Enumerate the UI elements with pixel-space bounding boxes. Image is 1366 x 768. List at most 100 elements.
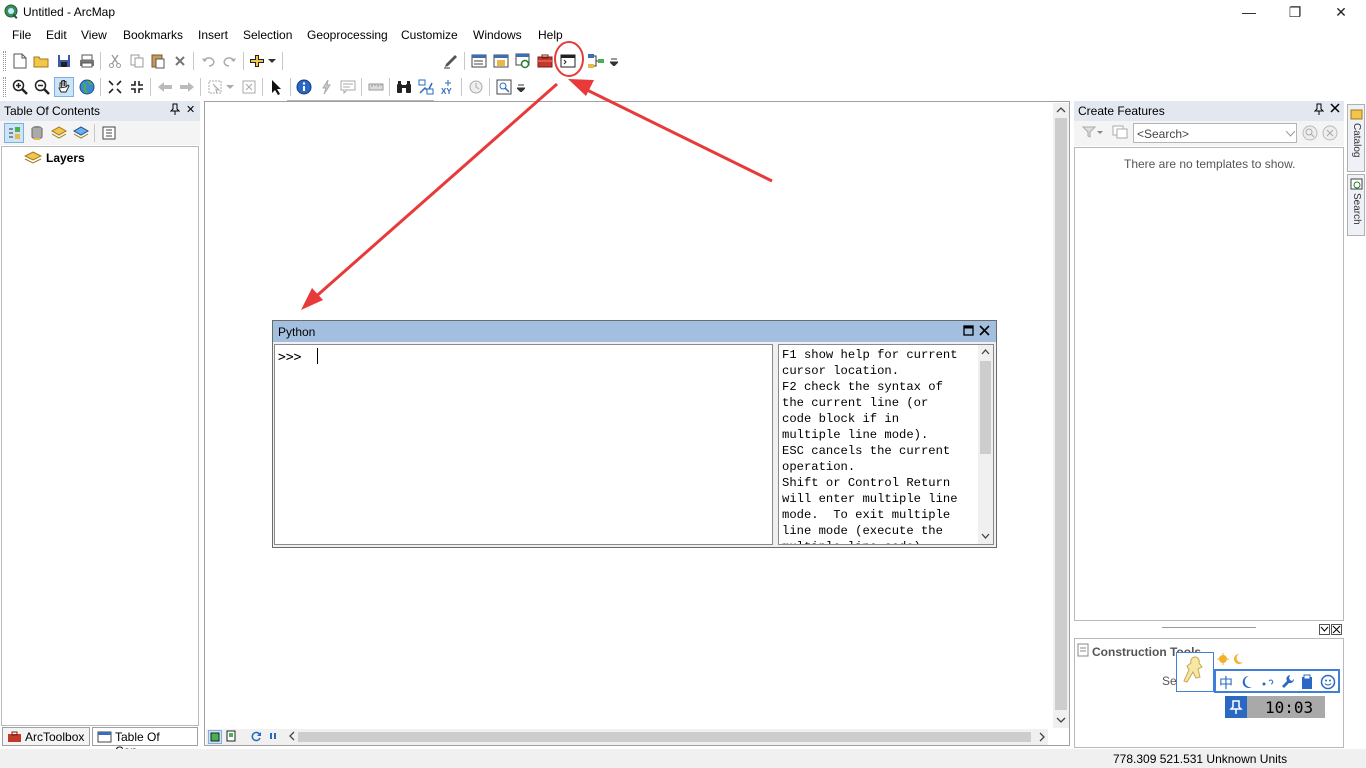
python-close-icon[interactable] (979, 325, 990, 336)
minimize-button[interactable]: — (1226, 0, 1272, 24)
refresh-icon[interactable] (250, 730, 264, 744)
layout-view-icon[interactable] (225, 730, 239, 744)
template-search-input[interactable]: <Search> (1133, 123, 1297, 143)
back-extent-icon[interactable] (155, 77, 175, 97)
save-icon[interactable] (54, 51, 74, 71)
delete-icon[interactable] (170, 51, 190, 71)
create-features-header[interactable]: Create Features (1074, 101, 1344, 121)
fixed-zoom-out-icon[interactable] (127, 77, 147, 97)
help-scrollbar[interactable] (978, 345, 993, 544)
select-features-icon[interactable] (205, 77, 225, 97)
toc-panel-header[interactable]: Table Of Contents ✕ (0, 101, 200, 121)
go-to-xy-icon[interactable]: XY (438, 77, 458, 97)
forward-extent-icon[interactable] (177, 77, 197, 97)
template-properties-icon[interactable] (1112, 125, 1128, 139)
search-window-icon[interactable] (513, 51, 533, 71)
find-binoculars-icon[interactable] (394, 77, 414, 97)
select-elements-arrow-icon[interactable] (267, 77, 287, 97)
scroll-left-icon[interactable] (286, 730, 298, 744)
identify-icon[interactable] (294, 77, 314, 97)
model-builder-icon[interactable] (586, 51, 606, 71)
menu-help[interactable]: Help (538, 28, 563, 42)
cut-icon[interactable] (105, 51, 125, 71)
html-popup-icon[interactable] (338, 77, 358, 97)
measure-icon[interactable] (366, 77, 386, 97)
close-window-button[interactable]: ✕ (1318, 0, 1364, 24)
search-templates-icon[interactable] (1302, 125, 1318, 141)
toc-options-icon[interactable] (99, 123, 119, 143)
find-route-icon[interactable] (416, 77, 436, 97)
python-window-icon[interactable] (558, 51, 578, 71)
scroll-up-icon[interactable] (1055, 104, 1067, 116)
time-slider-icon[interactable] (466, 77, 486, 97)
python-command-input[interactable]: >>> (274, 344, 773, 545)
menu-file[interactable]: File (12, 28, 31, 42)
select-dropdown-icon[interactable] (224, 77, 236, 97)
toolbar-grip[interactable] (3, 77, 6, 97)
moon-icon[interactable] (1241, 675, 1253, 689)
zoom-in-icon[interactable] (10, 77, 30, 97)
list-by-source-icon[interactable] (27, 123, 47, 143)
ime-language[interactable]: 中 (1219, 673, 1233, 693)
list-by-drawing-order-icon[interactable] (4, 123, 24, 143)
hyperlink-icon[interactable] (316, 77, 336, 97)
scroll-right-icon[interactable] (1036, 731, 1048, 743)
print-icon[interactable] (77, 51, 97, 71)
menu-edit[interactable]: Edit (46, 28, 67, 42)
fixed-zoom-in-icon[interactable] (105, 77, 125, 97)
toolbar-options-icon[interactable] (608, 51, 620, 71)
menu-insert[interactable]: Insert (198, 28, 228, 42)
arctoolbox-icon[interactable] (535, 51, 555, 71)
arctoolbox-tab[interactable]: ArcToolbox (2, 727, 90, 746)
add-data-dropdown-icon[interactable] (266, 51, 278, 71)
toc-tab[interactable]: Table Of Con... (92, 727, 198, 758)
maximize-icon[interactable] (963, 325, 974, 336)
search-side-tab[interactable]: Search (1347, 174, 1365, 236)
map-horizontal-scroll-thumb[interactable] (298, 732, 1031, 742)
toc-pin-icon[interactable] (170, 103, 180, 115)
list-by-visibility-icon[interactable] (49, 123, 69, 143)
help-scroll-thumb[interactable] (980, 361, 991, 454)
toolbar-options-icon[interactable] (515, 77, 527, 97)
expand-icon[interactable] (1319, 624, 1330, 635)
create-features-close-icon[interactable] (1330, 103, 1340, 113)
magnifier-window-icon[interactable] (494, 77, 514, 97)
catalog-window-icon[interactable] (491, 51, 511, 71)
pause-drawing-icon[interactable] (267, 730, 281, 744)
clear-selection-icon[interactable] (239, 77, 259, 97)
add-data-icon[interactable] (248, 51, 268, 71)
toc-close-button[interactable]: ✕ (186, 103, 195, 116)
organize-templates-icon[interactable] (1082, 125, 1104, 139)
new-document-icon[interactable] (10, 51, 30, 71)
clipboard-icon[interactable] (1301, 674, 1313, 690)
open-folder-icon[interactable] (31, 51, 51, 71)
editor-toolbar-icon[interactable] (441, 51, 461, 71)
panel-splitter[interactable] (1074, 622, 1344, 636)
full-extent-globe-icon[interactable] (77, 77, 97, 97)
data-view-icon[interactable] (208, 730, 222, 744)
ime-mascot-icon[interactable] (1176, 652, 1214, 692)
menu-view[interactable]: View (81, 28, 107, 42)
pin-icon[interactable] (1225, 696, 1247, 718)
copy-icon[interactable] (127, 51, 147, 71)
python-window-header[interactable]: Python (273, 321, 996, 342)
list-by-selection-icon[interactable] (71, 123, 91, 143)
pan-hand-icon[interactable] (54, 77, 74, 97)
smiley-icon[interactable] (1320, 674, 1336, 690)
redo-icon[interactable] (220, 51, 240, 71)
punctuation-icon[interactable] (1260, 675, 1274, 689)
create-features-pin-icon[interactable] (1314, 103, 1324, 115)
restore-button[interactable]: ❐ (1272, 0, 1318, 24)
toolbar-grip[interactable] (3, 51, 6, 71)
wrench-icon[interactable] (1281, 674, 1295, 690)
zoom-out-icon[interactable] (32, 77, 52, 97)
undo-icon[interactable] (198, 51, 218, 71)
map-vertical-scroll-thumb[interactable] (1055, 118, 1067, 710)
toc-window-icon[interactable] (469, 51, 489, 71)
clear-search-icon[interactable] (1322, 125, 1338, 141)
menu-windows[interactable]: Windows (473, 28, 522, 42)
menu-bookmarks[interactable]: Bookmarks (123, 28, 183, 42)
layers-data-frame[interactable]: Layers (46, 151, 85, 165)
menu-geoprocessing[interactable]: Geoprocessing (307, 28, 388, 42)
menu-customize[interactable]: Customize (401, 28, 458, 42)
